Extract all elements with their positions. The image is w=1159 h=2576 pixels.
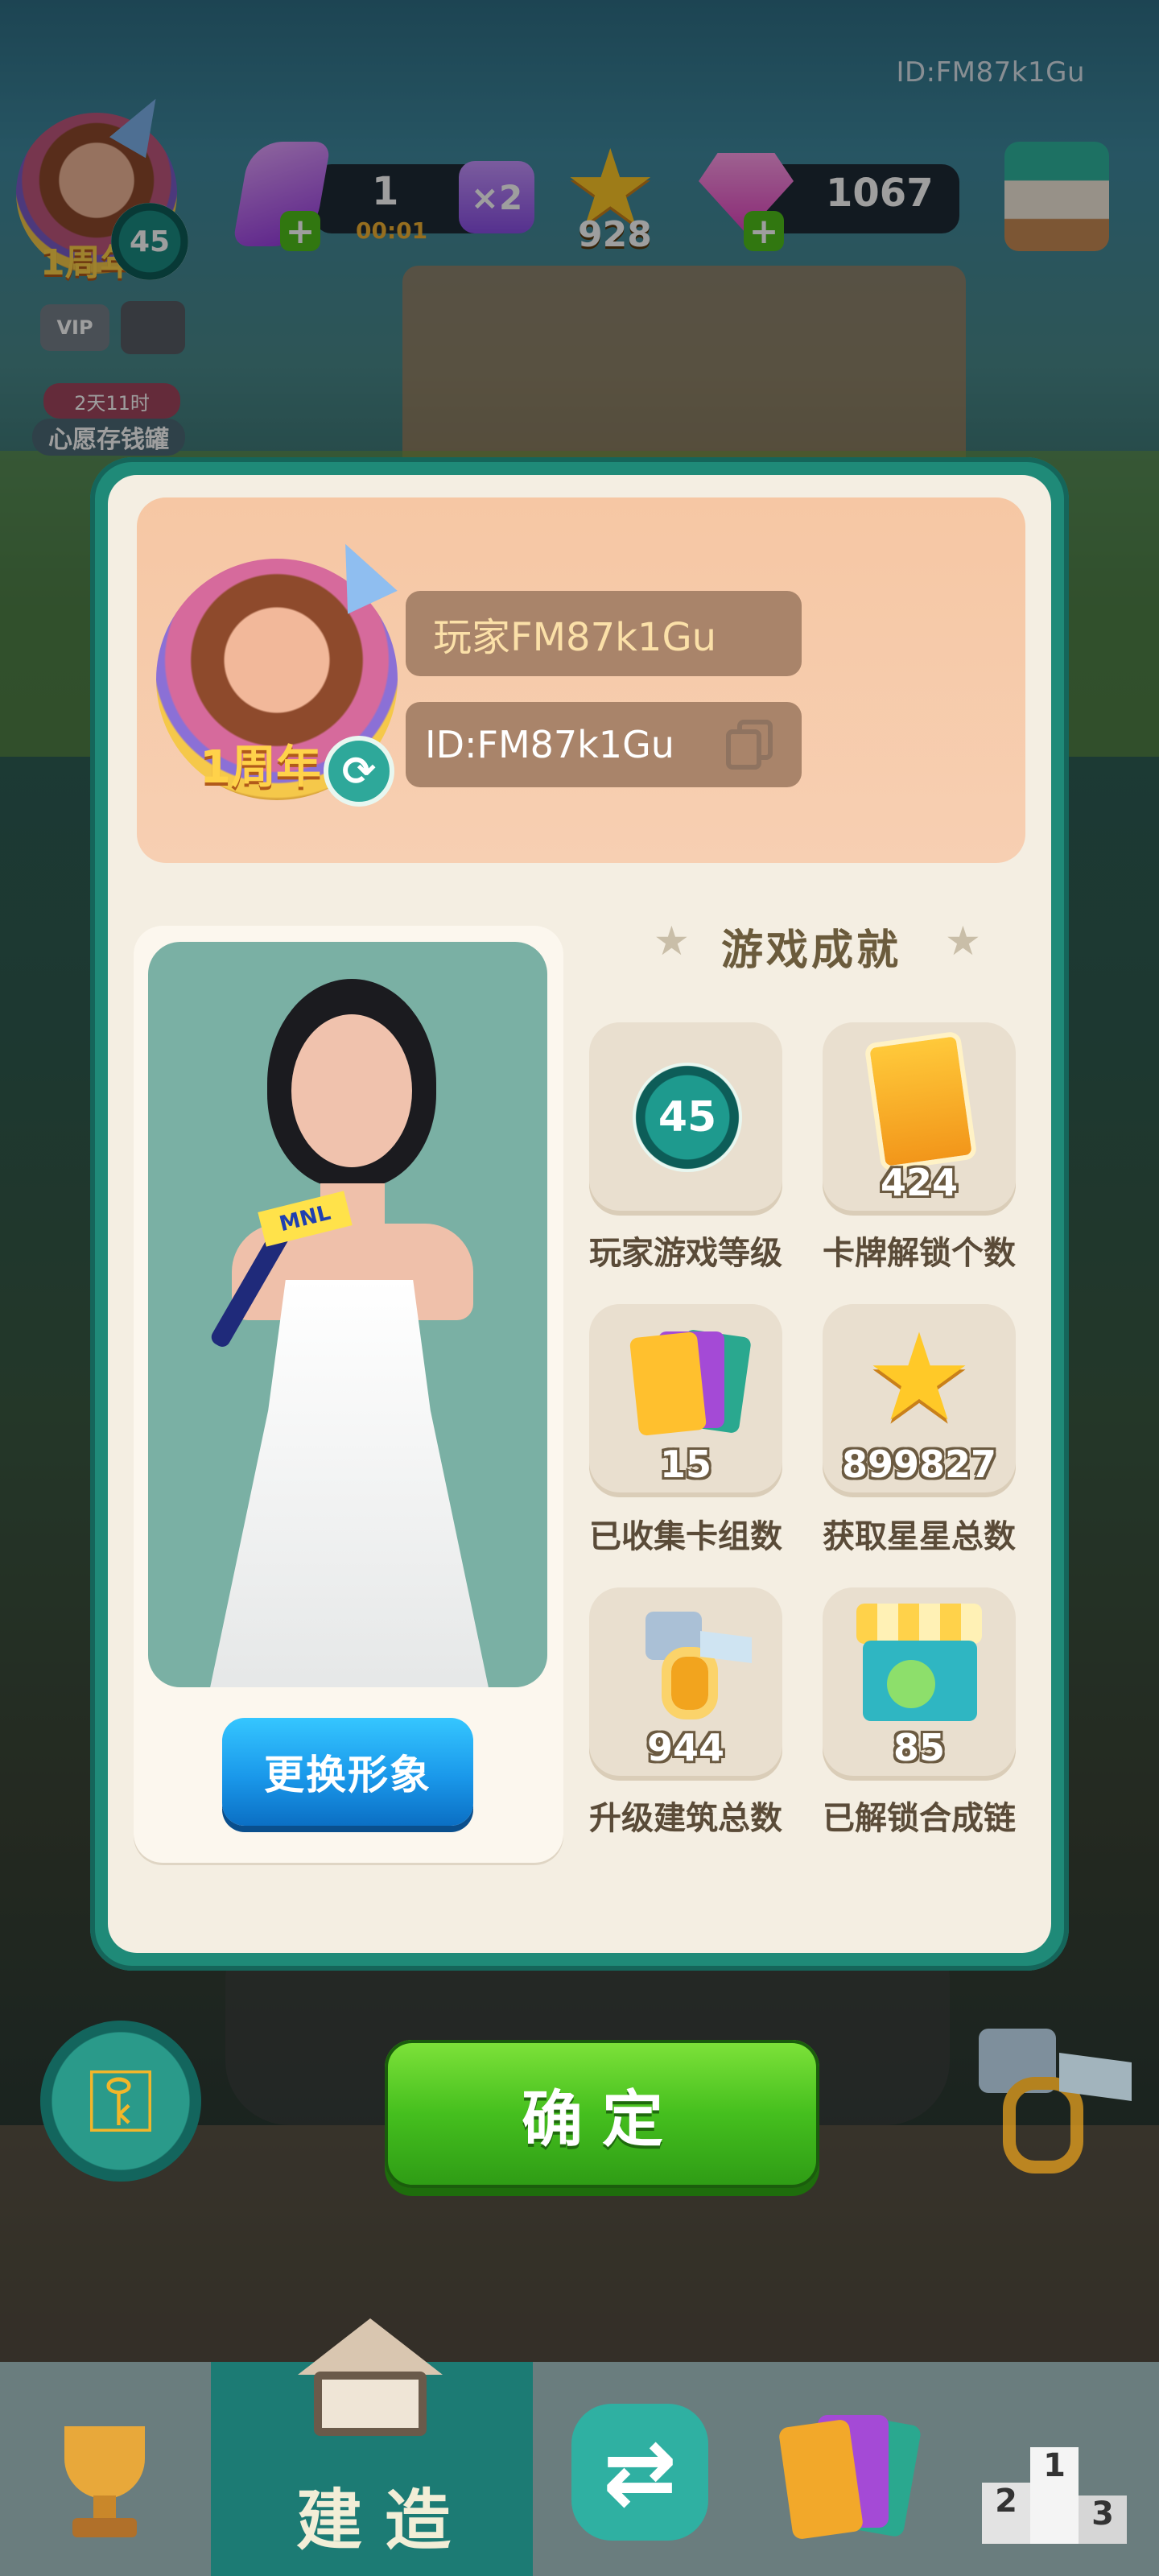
level-badge-icon: 45	[633, 1063, 742, 1172]
swap-icon: ⇄	[571, 2404, 708, 2541]
achievement-tile-level: 45	[589, 1022, 782, 1216]
star-icon: ★	[864, 1308, 974, 1448]
nav-item-trophy[interactable]	[32, 2407, 177, 2552]
build-tool-icon[interactable]	[963, 2013, 1140, 2190]
shop-building-icon	[850, 1604, 988, 1724]
card-icon	[864, 1030, 978, 1172]
achievement-tile-chains: 85	[823, 1587, 1016, 1781]
achievement-label: 获取星星总数	[823, 1518, 1016, 1555]
copy-id-icon[interactable]	[726, 720, 773, 770]
player-name-field: 玩家FM87k1Gu	[406, 591, 802, 676]
title-star-left-icon: ★	[654, 918, 690, 964]
hammer-saw-icon	[629, 1607, 752, 1728]
character-portrait: MNL	[148, 942, 547, 1687]
nav-build-label: 建造	[296, 2483, 474, 2559]
achievement-label: 玩家游戏等级	[589, 1235, 782, 1272]
achievement-label: 升级建筑总数	[589, 1800, 782, 1837]
anniversary-badge: 1周年	[200, 741, 321, 794]
card-deck-icon	[629, 1328, 752, 1441]
achievement-value: 85	[893, 1726, 945, 1769]
title-star-right-icon: ★	[945, 918, 981, 964]
nav-item-cards[interactable]	[765, 2407, 926, 2552]
achievement-label: 已解锁合成链	[823, 1800, 1016, 1837]
podium-icon: 2 1 3	[982, 2439, 1127, 2544]
achievement-label: 已收集卡组数	[589, 1518, 782, 1555]
achievement-tile-cards: 424	[823, 1022, 1016, 1216]
confirm-button[interactable]: 确定	[385, 2040, 819, 2188]
achievement-value: 424	[880, 1161, 959, 1204]
trophy-icon	[64, 2426, 145, 2499]
achievements-title: 游戏成就	[721, 927, 902, 975]
cards-icon	[777, 2414, 922, 2544]
achievement-tile-buildings: 944	[589, 1587, 782, 1781]
key-button[interactable]: ⚿	[40, 2021, 201, 2182]
achievement-tile-decks: 15	[589, 1304, 782, 1497]
nav-item-swap[interactable]: ⇄	[563, 2396, 716, 2549]
nav-item-leaderboard[interactable]: 2 1 3	[974, 2415, 1135, 2552]
change-appearance-button[interactable]: 更换形象	[222, 1718, 473, 1826]
build-house-icon	[290, 2318, 451, 2439]
achievement-value: 944	[646, 1726, 725, 1769]
achievement-value: 15	[659, 1443, 711, 1486]
key-icon: ⚿	[87, 2050, 155, 2153]
achievement-tile-stars: ★ 899827	[823, 1304, 1016, 1497]
achievement-value: 899827	[841, 1443, 997, 1486]
change-avatar-icon[interactable]: ⟳	[324, 736, 394, 807]
achievement-label: 卡牌解锁个数	[823, 1235, 1016, 1272]
